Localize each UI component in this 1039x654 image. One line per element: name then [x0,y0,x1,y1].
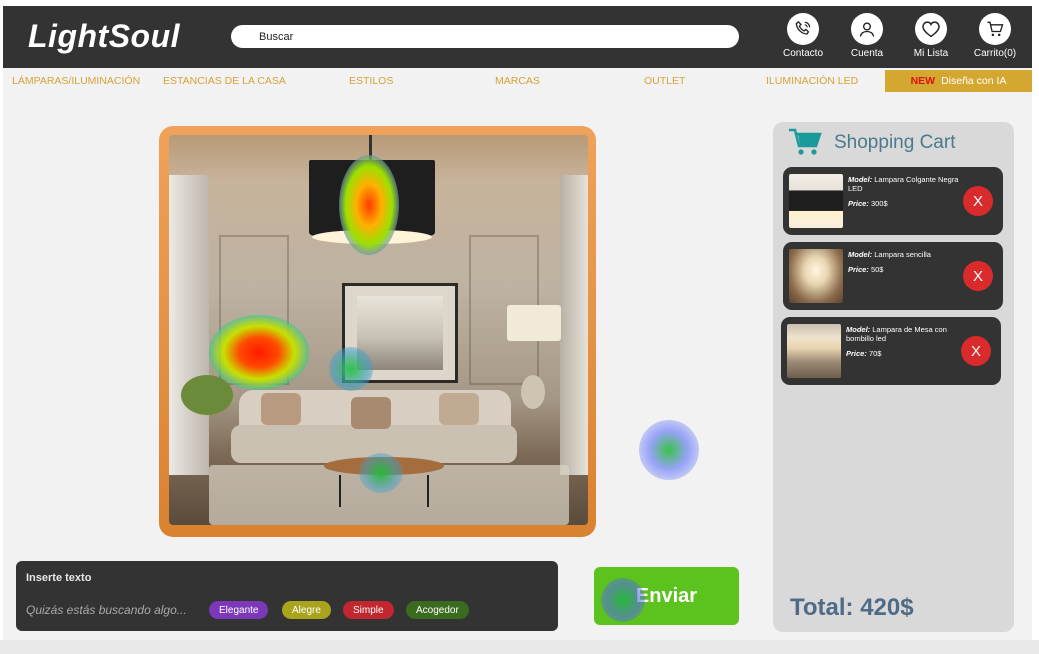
product-thumbnail [789,174,843,228]
nav-item-outlet[interactable]: OUTLET [644,75,685,87]
cart-item-price: 70$ [868,349,882,358]
cart-button[interactable]: Carrito(0) [965,13,1025,59]
contact-label: Contacto [782,48,824,59]
remove-item-button[interactable]: X [961,336,991,366]
heatmap-spot [639,420,699,480]
nav-item-estilos[interactable]: ESTILOS [349,75,393,87]
contact-button[interactable]: Contacto [773,13,833,59]
product-thumbnail [787,324,841,378]
wishlist-button[interactable]: Mi Lista [901,13,961,59]
chip-acogedor[interactable]: Acogedor [406,601,469,619]
model-key: Model: [848,175,873,184]
nav-item-marcas[interactable]: MARCAS [495,75,540,87]
phone-icon [787,13,819,45]
living-room-render [169,135,588,525]
cart-item: Model: Lampara sencilla Price: 50$ X [783,242,1003,310]
category-nav: LÁMPARAS/ILUMINACIÓN ESTANCIAS DE LA CAS… [3,68,1032,92]
nav-item-led[interactable]: ILUMINACIÓN LED [766,75,858,87]
app-frame: LightSoul Contacto Cuenta Mi Lista Carri… [3,6,1032,646]
wishlist-label: Mi Lista [913,48,949,59]
remove-item-button[interactable]: X [963,186,993,216]
shopping-cart-panel: Shopping Cart Model: Lampara Colgante Ne… [773,122,1014,632]
remove-item-button[interactable]: X [963,261,993,291]
prompt-box: Inserte texto Elegante Alegre Simple Aco… [16,561,558,631]
design-with-ai-button[interactable]: NEW Diseña con IA [885,70,1032,92]
cart-item-price: 300$ [870,199,888,208]
model-key: Model: [846,325,871,334]
chip-elegante[interactable]: Elegante [209,601,269,619]
product-thumbnail [789,249,843,303]
cart-icon [979,13,1011,45]
nav-item-estancias[interactable]: ESTANCIAS DE LA CASA [163,75,286,87]
model-key: Model: [848,250,873,259]
prompt-label: Inserte texto [26,572,92,584]
cart-item-price: 50$ [870,265,884,274]
account-label: Cuenta [850,48,884,59]
price-key: Price: [846,349,867,358]
top-header: LightSoul Contacto Cuenta Mi Lista Carri… [3,6,1032,68]
chip-alegre[interactable]: Alegre [282,601,331,619]
new-badge: NEW [910,75,936,87]
cart-item: Model: Lampara de Mesa con bombillo led … [781,317,1001,385]
room-preview-image [159,126,596,537]
send-button[interactable]: Enviar [594,567,739,625]
nav-item-lamparas[interactable]: LÁMPARAS/ILUMINACIÓN [12,75,140,87]
prompt-input[interactable] [26,601,206,619]
coffee-table [324,457,444,475]
cart-item: Model: Lampara Colgante Negra LED Price:… [783,167,1003,235]
cart-total: Total: 420$ [790,594,914,621]
chip-simple[interactable]: Simple [343,601,394,619]
search-input[interactable] [231,25,739,48]
table-lamp [507,305,561,341]
price-key: Price: [848,199,869,208]
shopping-cart-icon [787,127,823,162]
price-key: Price: [848,265,869,274]
cart-item-model: Lampara sencilla [874,250,931,259]
design-with-ai-label: Diseña con IA [941,75,1007,87]
heart-icon [915,13,947,45]
cart-label: Carrito(0) [973,48,1017,59]
user-icon [851,13,883,45]
cart-title: Shopping Cart [834,132,956,153]
account-button[interactable]: Cuenta [837,13,897,59]
brand-logo[interactable]: LightSoul [28,18,180,55]
wall-art [342,283,458,383]
plant [181,375,233,415]
